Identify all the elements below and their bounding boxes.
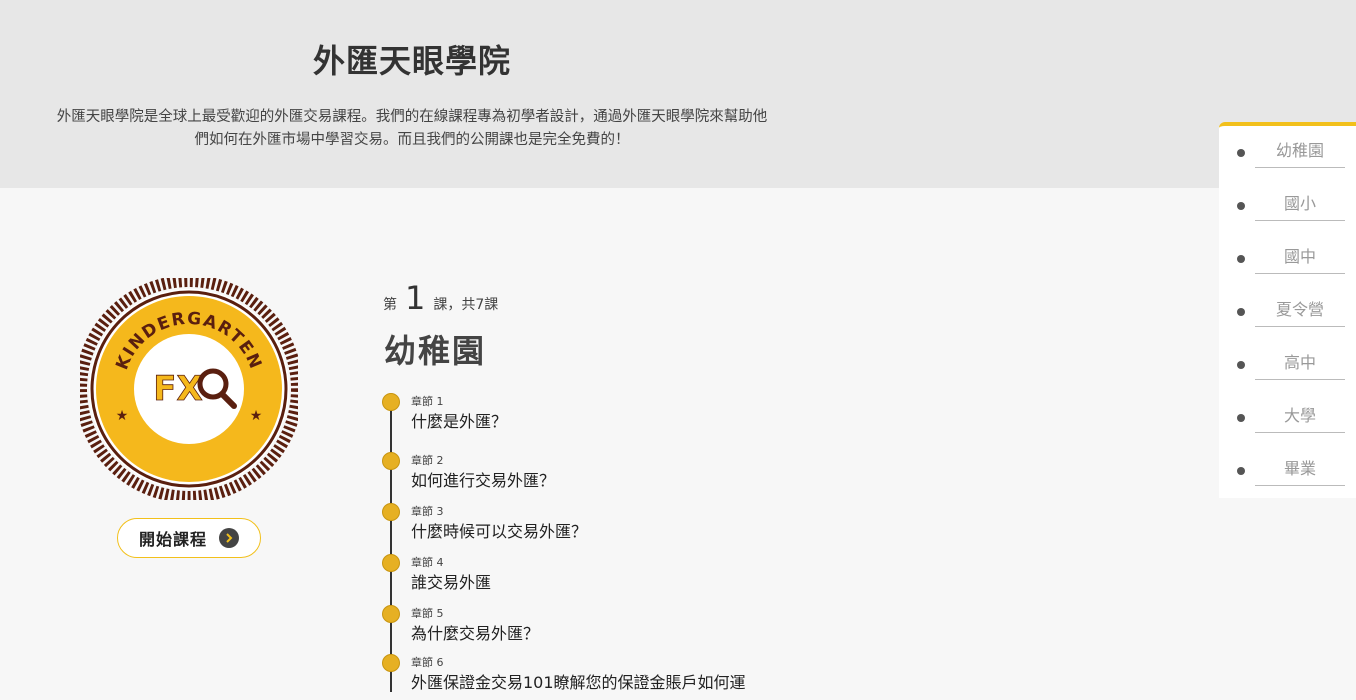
bullet-icon bbox=[1237, 202, 1245, 210]
nav-item-label: 國中 bbox=[1255, 244, 1345, 274]
nav-item-label: 夏令營 bbox=[1255, 297, 1345, 327]
chapter-title[interactable]: 什麼時候可以交易外匯？ bbox=[411, 518, 587, 542]
start-course-label: 開始課程 bbox=[138, 530, 207, 549]
arrow-right-circle-icon bbox=[219, 528, 239, 548]
chapter-item[interactable]: 章節 3 什麼時候可以交易外匯？ bbox=[382, 503, 802, 549]
chapter-title[interactable]: 如何進行交易外匯？ bbox=[411, 467, 555, 491]
lesson-number: 1 bbox=[405, 279, 426, 317]
chapter-label: 章節 5 bbox=[411, 607, 444, 620]
page-description: 外匯天眼學院是全球上最受歡迎的外匯交易課程。我們的在線課程專為初學者設計，通過外… bbox=[56, 109, 768, 148]
hero-banner: 外匯天眼學院 外匯天眼學院是全球上最受歡迎的外匯交易課程。我們的在線課程專為初學… bbox=[0, 0, 1356, 188]
chapter-item[interactable]: 章節 1 什麼是外匯？ bbox=[382, 393, 802, 439]
bullet-icon bbox=[1237, 467, 1245, 475]
chapter-label: 章節 1 bbox=[411, 395, 444, 408]
chapter-title[interactable]: 誰交易外匯 bbox=[411, 569, 491, 593]
chapter-label: 章節 6 bbox=[411, 656, 444, 669]
lesson-prefix: 第 bbox=[383, 297, 397, 313]
lesson-counter: 第 1 課，共7課 bbox=[383, 282, 498, 314]
timeline-dot bbox=[382, 554, 400, 572]
nav-item-graduation[interactable]: 畢業 bbox=[1219, 456, 1356, 486]
nav-item-label: 幼稚園 bbox=[1255, 138, 1345, 168]
timeline-dot bbox=[382, 393, 400, 411]
star-icon: ★ bbox=[250, 408, 263, 424]
timeline-dot bbox=[382, 452, 400, 470]
star-icon: ★ bbox=[116, 408, 129, 424]
chapter-item[interactable]: 章節 4 誰交易外匯 bbox=[382, 554, 802, 600]
page-title: 外匯天眼學院 bbox=[312, 42, 511, 80]
nav-item-kindergarten[interactable]: 幼稚園 bbox=[1219, 138, 1356, 168]
nav-item-high-school[interactable]: 高中 bbox=[1219, 350, 1356, 380]
course-title: 幼稚園 bbox=[384, 332, 487, 370]
nav-item-label: 國小 bbox=[1255, 191, 1345, 221]
nav-item-elementary[interactable]: 國小 bbox=[1219, 191, 1356, 221]
nav-item-label: 高中 bbox=[1255, 350, 1345, 380]
nav-item-label: 大學 bbox=[1255, 403, 1345, 433]
chapter-label: 章節 2 bbox=[411, 454, 444, 467]
bullet-icon bbox=[1237, 414, 1245, 422]
timeline-dot bbox=[382, 503, 400, 521]
chapter-title[interactable]: 什麼是外匯？ bbox=[411, 408, 507, 432]
bullet-icon bbox=[1237, 361, 1245, 369]
timeline-dot bbox=[382, 654, 400, 672]
nav-item-label: 畢業 bbox=[1255, 456, 1345, 486]
chapter-item[interactable]: 章節 2 如何進行交易外匯？ bbox=[382, 452, 802, 498]
nav-item-university[interactable]: 大學 bbox=[1219, 403, 1356, 433]
chapter-label: 章節 4 bbox=[411, 556, 444, 569]
start-course-button[interactable]: 開始課程 bbox=[117, 518, 261, 558]
bullet-icon bbox=[1237, 308, 1245, 316]
course-level-nav: 幼稚園 國小 國中 夏令營 高中 大學 畢業 bbox=[1219, 122, 1356, 498]
chapter-title[interactable]: 為什麼交易外匯？ bbox=[411, 620, 539, 644]
nav-item-junior-high[interactable]: 國中 bbox=[1219, 244, 1356, 274]
chapter-title[interactable]: 外匯保證金交易101瞭解您的保證金賬戶如何運 bbox=[411, 669, 746, 693]
chapter-label: 章節 3 bbox=[411, 505, 444, 518]
bullet-icon bbox=[1237, 149, 1245, 157]
timeline-dot bbox=[382, 605, 400, 623]
lesson-suffix: 課，共7課 bbox=[433, 297, 499, 313]
badge-emblem: KINDERGARTEN FX ★ ★ bbox=[75, 275, 303, 503]
bullet-icon bbox=[1237, 255, 1245, 263]
chapter-item[interactable]: 章節 6 外匯保證金交易101瞭解您的保證金賬戶如何運 bbox=[382, 654, 802, 700]
nav-item-summer-camp[interactable]: 夏令營 bbox=[1219, 297, 1356, 327]
chapter-item[interactable]: 章節 5 為什麼交易外匯？ bbox=[382, 605, 802, 651]
kindergarten-badge: KINDERGARTEN FX ★ ★ bbox=[75, 275, 303, 503]
badge-fx-text: FX bbox=[153, 369, 202, 409]
